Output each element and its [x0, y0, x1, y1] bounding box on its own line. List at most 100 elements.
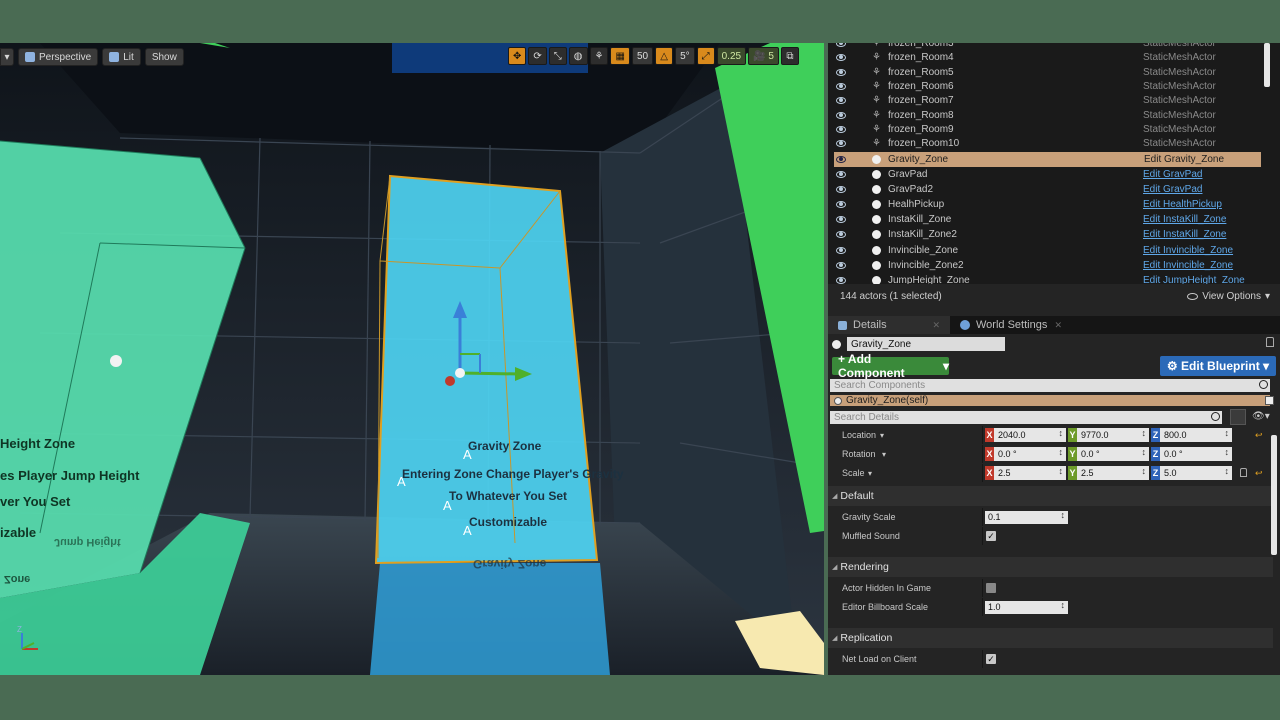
component-self-row[interactable]: Gravity_Zone(self)	[830, 395, 1270, 406]
location-x-field[interactable]: 2040.0	[994, 428, 1066, 442]
rotation-z-field[interactable]: 0.0 °	[1160, 447, 1232, 461]
visibility-eye-icon[interactable]	[836, 54, 846, 62]
outliner-row[interactable]: ⚘ frozen_Room5 StaticMeshActor	[828, 65, 1268, 80]
outliner-row[interactable]: ⚘ frozen_Room10 StaticMeshActor	[828, 136, 1268, 151]
edit-blueprint-link[interactable]: Edit GravPad	[1143, 169, 1202, 180]
edit-blueprint-link[interactable]: Edit JumpHeight_Zone	[1143, 275, 1245, 284]
visibility-eye-icon[interactable]	[836, 261, 846, 269]
outliner-row[interactable]: ⚘ frozen_Room9 StaticMeshActor	[828, 122, 1268, 137]
scale-y-field[interactable]: 2.5	[1077, 466, 1149, 480]
outliner-row[interactable]: Invincible_Zone Edit Invincible_Zone	[828, 243, 1268, 258]
edit-blueprint-link[interactable]: Edit Gravity_Zone	[1144, 154, 1224, 165]
scale-x-field[interactable]: 2.5	[994, 466, 1066, 480]
outliner-row[interactable]: InstaKill_Zone2 Edit InstaKill_Zone	[828, 227, 1268, 242]
scale-mode-icon[interactable]: ⤡	[548, 47, 567, 65]
outliner-row[interactable]: ⚘ frozen_Room6 StaticMeshActor	[828, 79, 1268, 94]
static-mesh-icon: ⚘	[872, 124, 881, 136]
grid-snap-icon[interactable]: ▦	[610, 47, 630, 65]
tab-details[interactable]: Details ✕	[828, 316, 950, 334]
outliner-row[interactable]: ⚘ frozen_Room8 StaticMeshActor	[828, 108, 1268, 123]
outliner-row[interactable]: HealhPickup Edit HealthPickup	[828, 197, 1268, 212]
lock-icon[interactable]	[1240, 468, 1247, 477]
blueprint-actor-icon	[872, 275, 881, 284]
component-scroll-handle[interactable]	[1265, 396, 1274, 405]
edit-blueprint-link[interactable]: Edit GravPad	[1143, 184, 1202, 195]
world-local-icon[interactable]: ◍	[568, 47, 588, 65]
outliner-row[interactable]: JumpHeight_Zone Edit JumpHeight_Zone	[828, 273, 1268, 284]
perspective-button[interactable]: Perspective	[18, 48, 99, 66]
close-icon[interactable]: ✕	[1054, 320, 1062, 331]
edit-blueprint-link[interactable]: Edit HealthPickup	[1143, 199, 1222, 210]
section-default[interactable]: Default	[828, 486, 1273, 506]
scale-z-field[interactable]: 5.0	[1160, 466, 1232, 480]
edit-blueprint-link[interactable]: Edit Invincible_Zone	[1143, 245, 1233, 256]
details-scrollbar[interactable]	[1271, 435, 1277, 555]
visibility-eye-icon[interactable]	[836, 216, 846, 224]
view-options-button[interactable]: View Options ▾	[1187, 291, 1270, 302]
visibility-eye-icon[interactable]	[836, 68, 846, 76]
net-load-checkbox[interactable]: ✓	[986, 654, 996, 664]
reset-to-default-icon[interactable]: ↩	[1255, 430, 1263, 441]
visibility-eye-icon[interactable]	[836, 97, 846, 105]
outliner-row[interactable]: GravPad Edit GravPad	[828, 167, 1268, 182]
visibility-eye-icon[interactable]	[836, 185, 846, 193]
property-matrix-icon[interactable]	[1230, 409, 1246, 425]
section-replication[interactable]: Replication	[828, 628, 1273, 648]
outliner-row[interactable]: GravPad2 Edit GravPad	[828, 182, 1268, 197]
tab-world-settings[interactable]: World Settings ✕	[950, 316, 1072, 334]
world-outliner[interactable]: ⚘ frozen_Room3 StaticMeshActor ⚘ frozen_Room…	[828, 43, 1280, 284]
outliner-row[interactable]: Invincible_Zone2 Edit Invincible_Zone	[828, 258, 1268, 273]
lit-button[interactable]: Lit	[102, 48, 141, 66]
maximize-viewport-icon[interactable]: ⧉	[780, 47, 799, 65]
close-icon[interactable]: ✕	[932, 320, 940, 331]
actor-name-field[interactable]	[847, 337, 1005, 351]
outliner-row[interactable]: ⚘ frozen_Room4 StaticMeshActor	[828, 50, 1268, 65]
location-z-field[interactable]: 800.0	[1160, 428, 1232, 442]
actor-hidden-checkbox[interactable]	[986, 583, 996, 593]
visibility-eye-icon[interactable]	[836, 83, 846, 91]
surface-snap-icon[interactable]: ⚘	[589, 47, 609, 65]
visibility-eye-icon[interactable]	[836, 155, 846, 163]
billboard-scale-field[interactable]: 1.0	[985, 600, 1068, 614]
eye-visibility-icon[interactable]: 👁▾	[1252, 411, 1270, 422]
scale-snap-value[interactable]: 0.25	[716, 47, 747, 65]
rotation-x-field[interactable]: 0.0 °	[994, 447, 1066, 461]
edit-blueprint-link[interactable]: Edit InstaKill_Zone	[1143, 214, 1226, 225]
visibility-eye-icon[interactable]	[836, 231, 846, 239]
show-button[interactable]: Show	[144, 48, 184, 66]
level-viewport[interactable]: A A A A ▾ Perspective Lit Show ✥ ⟳ ⤡ ◍ ⚘…	[0, 43, 824, 675]
muffled-sound-checkbox[interactable]: ✓	[986, 531, 996, 541]
visibility-eye-icon[interactable]	[836, 140, 846, 148]
search-components-input[interactable]: Search Components	[830, 379, 1270, 392]
search-details-input[interactable]: Search Details	[830, 411, 1222, 424]
visibility-eye-icon[interactable]	[836, 126, 846, 134]
camera-speed-button[interactable]: 🎥 5	[748, 47, 779, 65]
visibility-eye-icon[interactable]	[836, 201, 846, 209]
rotation-snap-icon[interactable]: △	[655, 47, 674, 65]
outliner-row[interactable]: ⚘ frozen_Room7 StaticMeshActor	[828, 93, 1268, 108]
visibility-eye-icon[interactable]	[836, 246, 846, 254]
rotation-snap-value[interactable]: 5°	[675, 47, 695, 65]
reset-to-default-icon[interactable]: ↩	[1255, 468, 1263, 479]
visibility-eye-icon[interactable]	[836, 170, 846, 178]
visibility-eye-icon[interactable]	[836, 43, 846, 47]
visibility-eye-icon[interactable]	[836, 111, 846, 119]
edit-blueprint-link[interactable]: Edit InstaKill_Zone	[1143, 229, 1226, 240]
edit-blueprint-button[interactable]: ⚙ Edit Blueprint ▾	[1160, 356, 1276, 376]
rotate-mode-icon[interactable]: ⟳	[528, 47, 547, 65]
location-y-field[interactable]: 9770.0	[1077, 428, 1149, 442]
scale-snap-icon[interactable]: ⤢	[696, 47, 715, 65]
outliner-actor-name: frozen_Room4	[888, 52, 954, 64]
outliner-row[interactable]: InstaKill_Zone Edit InstaKill_Zone	[828, 212, 1268, 227]
rotation-y-field[interactable]: 0.0 °	[1077, 447, 1149, 461]
outliner-row[interactable]: Gravity_Zone Edit Gravity_Zone	[834, 151, 1261, 167]
grid-size-value[interactable]: 50	[631, 47, 654, 65]
gravity-scale-field[interactable]: 0.1	[985, 510, 1068, 524]
lock-icon[interactable]	[1266, 337, 1274, 347]
section-rendering[interactable]: Rendering	[828, 557, 1273, 577]
visibility-eye-icon[interactable]	[836, 276, 846, 284]
add-component-button[interactable]: + Add Component ▾	[832, 352, 949, 380]
viewport-options-button[interactable]: ▾	[0, 48, 14, 66]
edit-blueprint-link[interactable]: Edit Invincible_Zone	[1143, 260, 1233, 271]
translate-mode-icon[interactable]: ✥	[508, 47, 527, 65]
